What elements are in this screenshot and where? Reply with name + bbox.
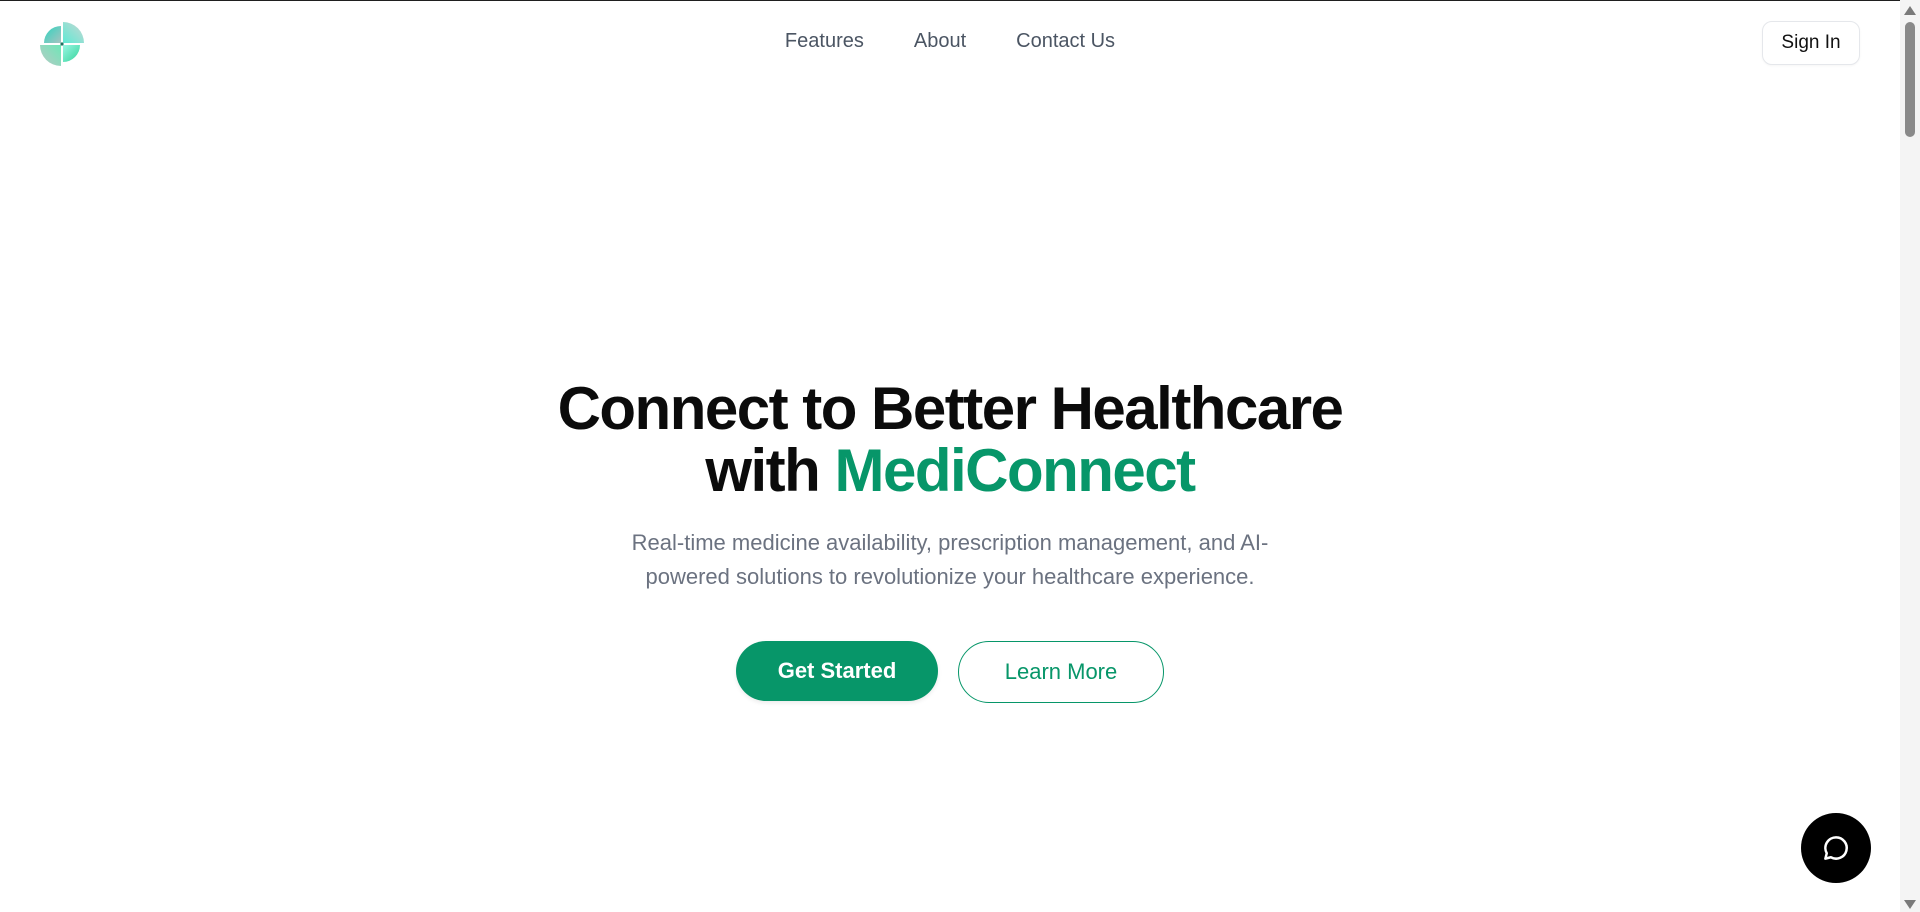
page: Features About Contact Us Sign In Connec… bbox=[0, 0, 1920, 912]
learn-more-button[interactable]: Learn More bbox=[958, 641, 1164, 703]
top-border bbox=[0, 0, 1920, 1]
scrollbar-thumb[interactable] bbox=[1905, 22, 1915, 137]
hero-title-line1: Connect to Better Healthcare bbox=[557, 375, 1344, 442]
chat-button[interactable] bbox=[1801, 813, 1871, 883]
vertical-scrollbar[interactable] bbox=[1900, 0, 1920, 912]
nav-item-about[interactable]: About bbox=[914, 30, 966, 53]
hero-subtitle: Real-time medicine availability, prescri… bbox=[631, 530, 1269, 589]
chat-bubble-icon bbox=[1824, 836, 1848, 860]
scroll-up-arrow-icon[interactable] bbox=[1904, 6, 1916, 15]
main-nav: Features About Contact Us bbox=[0, 30, 1900, 53]
hero-title: Connect to Better Healthcare with MediCo… bbox=[0, 378, 1900, 502]
scroll-down-arrow-icon[interactable] bbox=[1904, 900, 1916, 909]
sign-in-button[interactable]: Sign In bbox=[1762, 21, 1860, 65]
hero-title-line2-prefix: with bbox=[705, 437, 835, 504]
get-started-button[interactable]: Get Started bbox=[736, 641, 938, 701]
nav-item-features[interactable]: Features bbox=[785, 30, 864, 53]
nav-item-contact-us[interactable]: Contact Us bbox=[1016, 30, 1115, 53]
hero-brand-name: MediConnect bbox=[834, 437, 1196, 504]
hero-section: Connect to Better Healthcare with MediCo… bbox=[0, 378, 1900, 594]
hero-actions: Get Started Learn More bbox=[0, 641, 1900, 703]
